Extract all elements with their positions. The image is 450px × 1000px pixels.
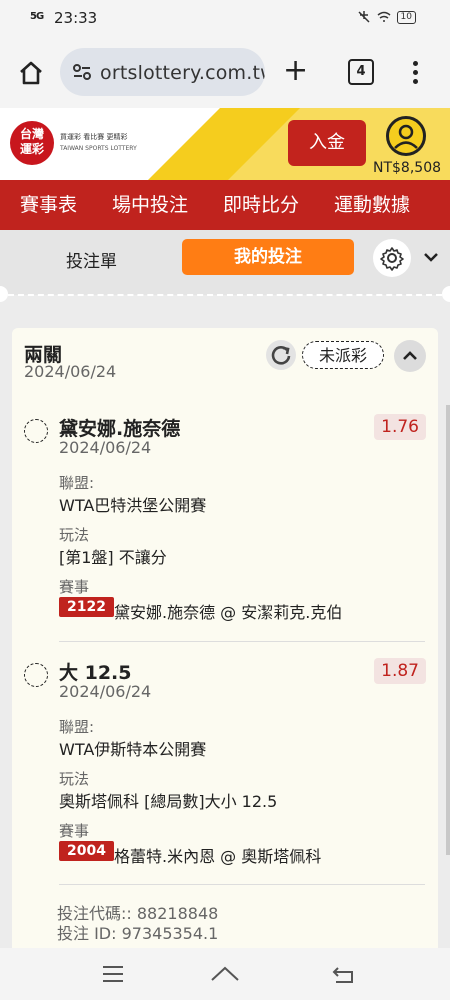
- deposit-button[interactable]: 入金: [288, 120, 366, 166]
- tab-switcher-button[interactable]: 4: [348, 59, 374, 85]
- tab-my-bets[interactable]: 我的投注: [182, 239, 354, 275]
- league-value: WTA伊斯特本公開賽: [59, 740, 207, 759]
- main-nav: 賽事表 場中投注 即時比分 運動數據: [0, 180, 450, 230]
- leg-odds: 1.76: [374, 414, 426, 440]
- more-menu-icon[interactable]: [413, 58, 421, 88]
- bet-card: 兩關 2024/06/24 未派彩 黛安娜.施奈德 1.76 2024/06/2…: [12, 328, 438, 968]
- status-badge: 未派彩: [302, 341, 384, 369]
- scrollbar[interactable]: [446, 405, 450, 855]
- clock: 23:33: [54, 9, 98, 27]
- league-label: 聯盟:: [59, 474, 95, 492]
- event-label: 賽事: [59, 578, 90, 596]
- site-settings-icon[interactable]: [72, 62, 92, 82]
- leg-date: 2024/06/24: [59, 682, 152, 701]
- tab-bet-slip[interactable]: 投注單: [66, 247, 117, 272]
- chevron-up-icon[interactable]: [394, 340, 426, 372]
- address-bar[interactable]: ortslottery.com.tw: [60, 48, 265, 96]
- nav-item-schedule[interactable]: 賽事表: [0, 180, 92, 230]
- bet-leg: 黛安娜.施奈德 1.76 2024/06/24 聯盟: WTA巴特洪堡公開賽 玩…: [12, 406, 438, 646]
- account-icon[interactable]: [386, 116, 426, 156]
- leg-divider: [59, 641, 425, 642]
- home-icon[interactable]: [16, 58, 46, 88]
- site-logo[interactable]: 台灣 運彩: [10, 121, 54, 165]
- event-matchup: 黛安娜.施奈德 @ 安潔莉克.克伯: [114, 603, 343, 622]
- system-nav-bar: [0, 948, 450, 1000]
- signal-indicator: 5G: [30, 11, 44, 22]
- leg-status-icon: [24, 419, 48, 443]
- bet-leg: 大 12.5 1.87 2024/06/24 聯盟: WTA伊斯特本公開賽 玩法…: [12, 650, 438, 890]
- leg-divider: [59, 884, 425, 885]
- chevron-down-icon[interactable]: [422, 248, 440, 266]
- account-balance: NT$8,508: [373, 160, 442, 176]
- leg-selection: 大 12.5: [59, 662, 132, 684]
- mute-icon: [358, 11, 370, 23]
- browser-toolbar: ortslottery.com.tw + 4: [0, 36, 450, 108]
- league-value: WTA巴特洪堡公開賽: [59, 496, 207, 515]
- battery-indicator: 10: [396, 10, 416, 24]
- logo-tagline-en: TAIWAN SPORTS LOTTERY: [60, 145, 137, 152]
- recent-apps-icon[interactable]: [102, 964, 124, 984]
- league-label: 聯盟:: [59, 718, 95, 736]
- leg-date: 2024/06/24: [59, 438, 152, 457]
- market-value: [第1盤] 不讓分: [59, 548, 167, 567]
- leg-selection: 黛安娜.施奈德: [59, 418, 181, 440]
- nav-item-live-scores[interactable]: 即時比分: [203, 180, 314, 230]
- market-value: 奧斯塔佩科 [總局數]大小 12.5: [59, 792, 278, 811]
- wifi-icon: [377, 11, 391, 22]
- event-label: 賽事: [59, 822, 90, 840]
- nav-item-live-betting[interactable]: 場中投注: [92, 180, 203, 230]
- logo-tagline: 買運彩 看比賽 更精彩 TAIWAN SPORTS LOTTERY: [60, 132, 137, 154]
- nav-item-sports-data[interactable]: 運動數據: [314, 180, 425, 230]
- bet-date: 2024/06/24: [24, 362, 117, 381]
- logo-mark-text: 台灣 運彩: [19, 127, 44, 156]
- ticket-notch-right: [442, 286, 450, 302]
- url-text[interactable]: ortslottery.com.tw: [100, 62, 265, 84]
- bet-tabs-bar: 投注單 我的投注: [0, 230, 450, 295]
- ticket-perforation: [8, 294, 442, 296]
- settings-gear-icon[interactable]: [373, 239, 411, 277]
- logo-tagline-zh: 買運彩 看比賽 更精彩: [60, 133, 128, 141]
- back-icon[interactable]: [332, 964, 356, 984]
- refresh-icon[interactable]: [266, 340, 296, 370]
- status-bar: 5G 23:33 10: [0, 0, 450, 36]
- leg-odds: 1.87: [374, 658, 426, 684]
- event-code: 2122: [59, 597, 114, 617]
- bet-id: 投注 ID: 97345354.1: [57, 924, 219, 943]
- event-code: 2004: [59, 841, 114, 861]
- leg-status-icon: [24, 663, 48, 687]
- new-tab-button[interactable]: +: [283, 56, 308, 86]
- site-header: 台灣 運彩 買運彩 看比賽 更精彩 TAIWAN SPORTS LOTTERY …: [0, 108, 450, 180]
- home-nav-icon[interactable]: [210, 964, 240, 984]
- event-matchup: 格蕾特.米內恩 @ 奧斯塔佩科: [114, 847, 322, 866]
- market-label: 玩法: [59, 526, 90, 544]
- market-label: 玩法: [59, 770, 90, 788]
